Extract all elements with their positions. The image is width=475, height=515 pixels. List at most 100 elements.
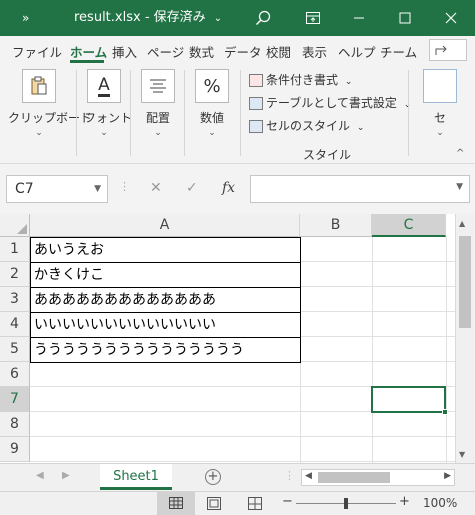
formula-bar: C7 ▼ ⋮ ✕ ✓ fx ▼ [0,164,475,214]
active-cell-c7[interactable] [371,386,448,415]
cell-a1[interactable]: あいうえお [30,237,301,263]
zoom-level[interactable]: 100% [423,496,457,510]
clipboard-label: クリップボード [8,111,93,125]
worksheet-grid[interactable]: A B C 1 2 3 4 5 6 7 8 9 あいうえお かきくけこ ああああ… [0,214,455,463]
formula-bar-grip-icon: ⋮ [119,180,130,193]
collapse-ribbon-icon[interactable]: ^ [456,148,464,159]
row-header[interactable]: 9 [0,437,30,462]
ribbon-separator [184,70,185,156]
row-header[interactable]: 5 [0,337,30,362]
maximize-icon[interactable] [382,0,428,36]
zoom-slider[interactable] [296,498,396,509]
ribbon-separator [130,70,131,156]
tab-team[interactable]: チーム [380,42,417,61]
scroll-up-icon[interactable]: ▲ [459,219,465,228]
font-icon: A [87,69,121,103]
horizontal-scrollbar[interactable]: ◀ ▶ [301,469,455,486]
scroll-right-icon[interactable]: ▶ [444,471,451,481]
zoom-in-button[interactable]: + [399,494,410,509]
search-icon[interactable] [240,0,286,36]
chevron-down-icon: ⌄ [344,77,353,87]
cells-label: セ [433,111,446,125]
format-as-table-button[interactable]: テーブルとして書式設定 ⌄ [249,93,411,113]
cells-icon [423,69,457,103]
cells-group-button[interactable]: セ ⌄ [420,69,460,138]
tab-split-grip-icon[interactable]: ⋮ [284,469,295,482]
tab-insert[interactable]: 挿入 [112,42,137,61]
scroll-down-icon[interactable]: ▼ [459,450,465,459]
cell-a3[interactable]: あああああああああああああ [30,287,301,313]
sheet-scroll-left-icon[interactable]: ◀ [36,470,44,481]
window-title[interactable]: result.xlsx - 保存済み ⌄ [74,0,222,36]
page-break-preview-icon[interactable] [248,497,262,513]
ribbon-separator [408,70,409,156]
column-header[interactable]: A [30,214,300,237]
tab-formulas[interactable]: 数式 [189,42,214,61]
alignment-group-button[interactable]: 配置 ⌄ [138,69,178,138]
row-header[interactable]: 7 [0,387,30,412]
enter-icon[interactable]: ✓ [186,180,198,196]
quick-access-overflow-icon[interactable]: » [22,0,29,36]
ribbon: クリップボード ⌄ A フォント ⌄ 配置 ⌄ % 数値 ⌄ 条件付き書式 ⌄ … [0,64,475,164]
chevron-down-icon: ⌄ [100,128,108,138]
insert-function-icon[interactable]: fx [222,180,235,196]
tab-data[interactable]: データ [224,42,262,61]
tab-view[interactable]: 表示 [302,42,327,61]
cancel-icon[interactable]: ✕ [150,180,162,196]
column-header[interactable]: C [372,214,446,237]
clipboard-icon [22,69,56,103]
font-group-button[interactable]: A フォント ⌄ [84,69,133,138]
align-icon [141,69,175,103]
minimize-icon[interactable] [336,0,382,36]
horizontal-scroll-thumb[interactable] [318,472,390,483]
formula-input[interactable]: ▼ [250,175,470,203]
ribbon-display-options-icon[interactable] [290,0,336,36]
title-bar: » result.xlsx - 保存済み ⌄ [0,0,475,36]
row-header[interactable]: 4 [0,312,30,337]
tab-file[interactable]: ファイル [12,42,62,61]
chevron-down-icon: ⌄ [436,128,444,138]
conditional-formatting-button[interactable]: 条件付き書式 ⌄ [249,70,352,90]
tab-page-layout[interactable]: ページ [147,42,184,61]
tab-help[interactable]: ヘルプ [338,42,376,61]
sheet-tab-sheet1[interactable]: Sheet1 [100,464,172,490]
add-sheet-icon[interactable]: + [205,469,221,485]
cell-styles-button[interactable]: セルのスタイル ⌄ [249,116,364,136]
zoom-slider-thumb[interactable] [344,498,348,509]
sheet-tab-bar: ◀ ▶ Sheet1 + ⋮ ◀ ▶ [0,463,475,491]
font-label: フォント [84,111,133,125]
vertical-scroll-thumb[interactable] [459,236,471,328]
title-chevron-icon: ⌄ [213,13,223,24]
share-button[interactable] [429,39,467,61]
row-header[interactable]: 8 [0,412,30,437]
fill-handle[interactable] [442,409,448,415]
cell-a5[interactable]: ううううううううううううううう [30,337,301,363]
conditional-formatting-icon [249,74,263,87]
chevron-down-icon: ⌄ [356,123,365,133]
expand-formula-bar-icon[interactable]: ▼ [456,182,463,192]
clipboard-group-button[interactable]: クリップボード ⌄ [8,69,93,138]
ribbon-separator [240,70,241,156]
select-all-corner[interactable] [0,214,30,237]
number-label: 数値 [199,111,224,125]
ribbon-tabs: ファイル ホーム 挿入 ページ 数式 データ 校閲 表示 ヘルプ チーム [0,36,475,64]
row-header[interactable]: 6 [0,362,30,387]
tab-home[interactable]: ホーム [70,42,107,61]
row-header[interactable]: 1 [0,237,30,262]
zoom-out-button[interactable]: − [282,494,293,509]
cell-a4[interactable]: いいいいいいいいいいいいい [30,312,301,338]
normal-view-button[interactable] [157,492,195,515]
row-header[interactable]: 2 [0,262,30,287]
vertical-scrollbar[interactable]: ▲ ▼ [455,214,475,463]
tab-review[interactable]: 校閲 [266,42,291,61]
number-group-button[interactable]: % 数値 ⌄ [192,69,232,138]
row-header[interactable]: 3 [0,287,30,312]
name-box[interactable]: C7 ▼ [6,175,108,203]
column-header[interactable]: B [300,214,372,237]
scroll-left-icon[interactable]: ◀ [305,471,312,481]
cell-a2[interactable]: かきくけこ [30,262,301,288]
sheet-scroll-right-icon[interactable]: ▶ [62,470,70,481]
page-layout-view-icon[interactable] [207,497,221,513]
close-icon[interactable] [428,0,474,36]
percent-icon: % [195,69,229,103]
